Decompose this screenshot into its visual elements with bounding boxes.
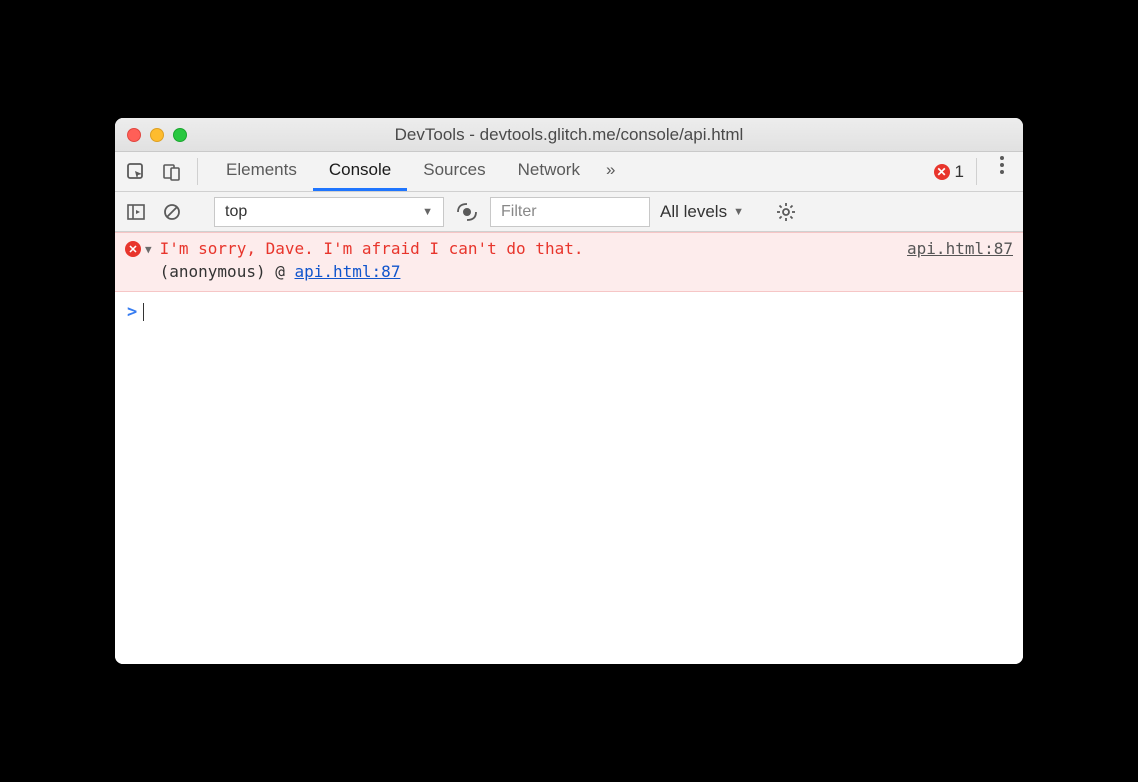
error-count-value: 1 (955, 162, 964, 182)
console-settings-icon[interactable] (773, 199, 799, 225)
clear-console-icon[interactable] (159, 199, 185, 225)
error-icon: ✕ (125, 241, 141, 257)
devtools-window: DevTools - devtools.glitch.me/console/ap… (115, 118, 1023, 664)
tab-network[interactable]: Network (502, 152, 596, 191)
zoom-window-button[interactable] (173, 128, 187, 142)
console-filterbar: top ▼ All levels ▼ (115, 192, 1023, 232)
titlebar: DevTools - devtools.glitch.me/console/ap… (115, 118, 1023, 152)
close-window-button[interactable] (127, 128, 141, 142)
trace-source-link[interactable]: api.html:87 (294, 262, 400, 281)
log-levels-label: All levels (660, 202, 727, 222)
trace-prefix: (anonymous) @ (160, 262, 295, 281)
console-output: ✕ ▼ api.html:87 I'm sorry, Dave. I'm afr… (115, 232, 1023, 664)
divider (976, 158, 977, 185)
log-levels-selector[interactable]: All levels ▼ (660, 202, 744, 222)
window-title: DevTools - devtools.glitch.me/console/ap… (115, 125, 1023, 145)
error-source-link[interactable]: api.html:87 (907, 239, 1013, 258)
window-traffic-lights (127, 128, 187, 142)
inspect-element-icon[interactable] (123, 159, 149, 185)
text-cursor (143, 303, 144, 321)
tab-console[interactable]: Console (313, 152, 407, 191)
divider (197, 158, 198, 185)
device-toolbar-icon[interactable] (159, 159, 185, 185)
console-prompt[interactable]: > (115, 292, 1023, 332)
settings-menu-button[interactable] (989, 152, 1015, 178)
main-tabbar: Elements Console Sources Network » ✕ 1 (115, 152, 1023, 192)
error-message: I'm sorry, Dave. I'm afraid I can't do t… (160, 239, 584, 258)
prompt-caret-icon: > (127, 302, 137, 322)
stack-trace: (anonymous) @ api.html:87 (160, 262, 1013, 281)
minimize-window-button[interactable] (150, 128, 164, 142)
tab-sources[interactable]: Sources (407, 152, 501, 191)
chevron-down-icon: ▼ (422, 206, 433, 218)
tabs-overflow-button[interactable]: » (596, 152, 625, 191)
execution-context-selector[interactable]: top ▼ (214, 197, 444, 227)
live-expression-icon[interactable] (454, 199, 480, 225)
console-sidebar-toggle-icon[interactable] (123, 199, 149, 225)
error-count-badge[interactable]: ✕ 1 (934, 152, 964, 191)
tab-elements[interactable]: Elements (210, 152, 313, 191)
panel-tabs: Elements Console Sources Network » (210, 152, 625, 191)
console-error-row: ✕ ▼ api.html:87 I'm sorry, Dave. I'm afr… (115, 232, 1023, 292)
chevron-down-icon: ▼ (733, 206, 744, 218)
error-icon: ✕ (934, 164, 950, 180)
execution-context-value: top (225, 203, 247, 221)
filter-input[interactable] (490, 197, 650, 227)
disclosure-triangle-icon[interactable]: ▼ (145, 241, 152, 256)
